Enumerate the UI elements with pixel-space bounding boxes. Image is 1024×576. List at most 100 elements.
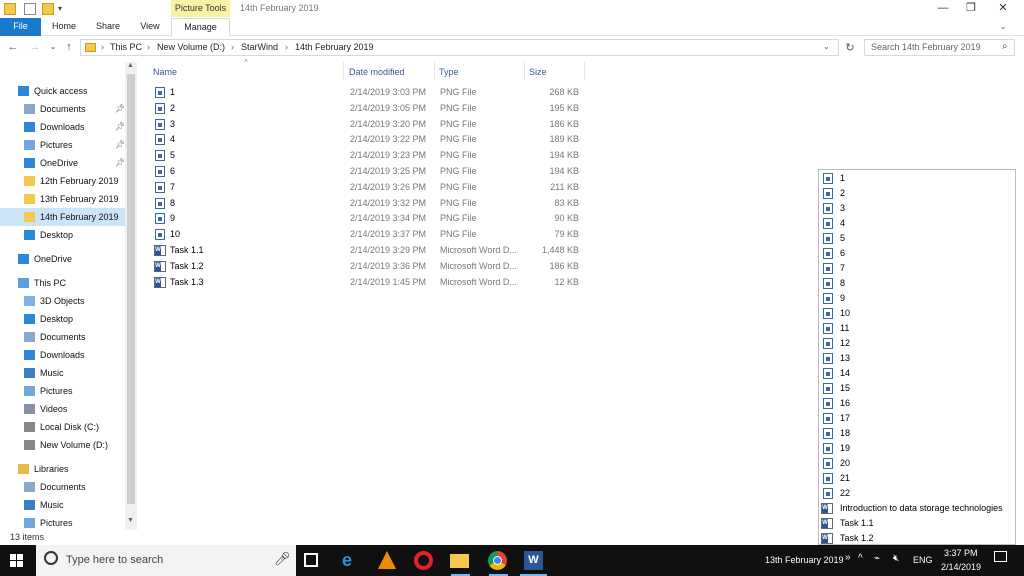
nav-item[interactable]: Documents 📌︎: [0, 100, 125, 118]
back-icon[interactable]: ←: [6, 40, 20, 54]
nav-item[interactable]: Documents: [0, 328, 125, 346]
address-bar[interactable]: › This PC › New Volume (D:) › StarWind ›…: [80, 39, 839, 56]
popup-item[interactable]: W Task 1.1: [819, 516, 1015, 531]
popup-item[interactable]: 22: [819, 486, 1015, 501]
file-row[interactable]: 10 2/14/2019 3:37 PM PNG File 79 KB: [150, 226, 730, 242]
word-icon[interactable]: W: [524, 551, 543, 570]
file-row[interactable]: W Task 1.1 2/14/2019 3:29 PM Microsoft Word…: [150, 242, 730, 258]
popup-item[interactable]: 21: [819, 471, 1015, 486]
file-row[interactable]: W Task 1.3 2/14/2019 1:45 PM Microsoft Word…: [150, 274, 730, 290]
tab-share[interactable]: Share: [90, 18, 126, 36]
file-row[interactable]: 3 2/14/2019 3:20 PM PNG File 186 KB: [150, 116, 730, 132]
column-date-modified[interactable]: Date modified: [349, 67, 405, 77]
popup-item[interactable]: 9: [819, 291, 1015, 306]
up-icon[interactable]: ↑: [62, 40, 76, 54]
file-row[interactable]: 4 2/14/2019 3:22 PM PNG File 189 KB: [150, 131, 730, 147]
clock-time[interactable]: 3:37 PM: [944, 548, 978, 558]
address-dropdown-icon[interactable]: ⌄: [823, 42, 830, 51]
crumb-starwind[interactable]: StarWind: [241, 42, 278, 52]
nav-item[interactable]: 13th February 2019: [0, 190, 125, 208]
windows-start-icon[interactable]: [10, 554, 23, 567]
file-row[interactable]: 9 2/14/2019 3:34 PM PNG File 90 KB: [150, 210, 730, 226]
popup-item[interactable]: 20: [819, 456, 1015, 471]
action-center-icon[interactable]: [994, 551, 1007, 562]
nav-item[interactable]: Music: [0, 364, 125, 382]
task-view-icon[interactable]: [304, 553, 318, 567]
scroll-up-icon[interactable]: ▲: [127, 62, 134, 69]
popup-item[interactable]: W Introduction to data storage technologi…: [819, 501, 1015, 516]
file-row[interactable]: 8 2/14/2019 3:32 PM PNG File 83 KB: [150, 195, 730, 211]
nav-item[interactable]: Desktop: [0, 310, 125, 328]
search-input[interactable]: Search 14th February 2019 ⌕: [864, 39, 1015, 56]
popup-item[interactable]: 14: [819, 366, 1015, 381]
nav-scrollbar[interactable]: ▲ ▼: [125, 62, 137, 530]
nav-item[interactable]: Pictures 📌︎: [0, 136, 125, 154]
tab-view[interactable]: View: [134, 18, 166, 36]
popup-item[interactable]: 18: [819, 426, 1015, 441]
file-row[interactable]: W Task 1.2 2/14/2019 3:36 PM Microsoft Word…: [150, 258, 730, 274]
properties-icon[interactable]: [24, 3, 36, 15]
toolbar-chevron-icon[interactable]: »: [845, 552, 851, 563]
chrome-icon[interactable]: [488, 551, 507, 570]
nav-item[interactable]: New Volume (D:): [0, 436, 125, 454]
new-folder-icon[interactable]: [42, 3, 54, 15]
volume-muted-icon[interactable]: 🔇︎: [893, 553, 899, 564]
popup-item[interactable]: 1: [819, 171, 1015, 186]
minimize-button[interactable]: —: [928, 0, 958, 18]
recent-locations-icon[interactable]: ⌄: [46, 40, 60, 54]
file-row[interactable]: 7 2/14/2019 3:26 PM PNG File 211 KB: [150, 179, 730, 195]
taskbar-search-box[interactable]: o Type here to search 🎤︎: [36, 545, 296, 576]
close-button[interactable]: ✕: [988, 0, 1018, 18]
crumb-new-volume[interactable]: New Volume (D:): [157, 42, 225, 52]
tab-file[interactable]: File: [0, 18, 41, 36]
popup-item[interactable]: 2: [819, 186, 1015, 201]
clock-date[interactable]: 2/14/2019: [941, 562, 981, 572]
nav-item[interactable]: Music: [0, 496, 125, 514]
crumb-current-folder[interactable]: 14th February 2019: [295, 42, 374, 52]
file-explorer-icon[interactable]: [450, 554, 469, 568]
nav-item[interactable]: Quick access: [0, 82, 125, 100]
language-indicator[interactable]: ENG: [913, 555, 933, 565]
nav-item[interactable]: Libraries: [0, 460, 125, 478]
expand-ribbon-icon[interactable]: ⌄: [988, 18, 1018, 36]
tab-manage[interactable]: Manage: [171, 18, 230, 36]
column-type[interactable]: Type: [439, 67, 459, 77]
nav-item[interactable]: Pictures: [0, 514, 125, 532]
nav-item[interactable]: OneDrive 📌︎: [0, 154, 125, 172]
opera-icon[interactable]: [414, 551, 433, 570]
restore-button[interactable]: ❐: [956, 0, 986, 18]
popup-item[interactable]: 3: [819, 201, 1015, 216]
popup-item[interactable]: 5: [819, 231, 1015, 246]
column-name[interactable]: Name: [153, 67, 177, 77]
file-row[interactable]: 5 2/14/2019 3:23 PM PNG File 194 KB: [150, 147, 730, 163]
popup-item[interactable]: 16: [819, 396, 1015, 411]
popup-item[interactable]: 6: [819, 246, 1015, 261]
customize-quick-access-icon[interactable]: ▾: [58, 3, 70, 15]
edge-icon[interactable]: e: [342, 551, 361, 570]
nav-item[interactable]: This PC: [0, 274, 125, 292]
nav-item[interactable]: Downloads: [0, 346, 125, 364]
popup-item[interactable]: 10: [819, 306, 1015, 321]
file-row[interactable]: 1 2/14/2019 3:03 PM PNG File 268 KB: [150, 84, 730, 100]
microphone-icon[interactable]: 🎤︎: [274, 551, 291, 567]
nav-item[interactable]: OneDrive: [0, 250, 125, 268]
file-row[interactable]: 2 2/14/2019 3:05 PM PNG File 195 KB: [150, 100, 730, 116]
refresh-icon[interactable]: ↻: [843, 41, 857, 55]
nav-item[interactable]: Pictures: [0, 382, 125, 400]
tab-home[interactable]: Home: [46, 18, 82, 36]
column-size[interactable]: Size: [529, 67, 547, 77]
nav-scroll-thumb[interactable]: [127, 74, 135, 504]
vlc-icon[interactable]: [378, 551, 396, 569]
popup-item[interactable]: 17: [819, 411, 1015, 426]
nav-item[interactable]: 3D Objects: [0, 292, 125, 310]
popup-item[interactable]: 19: [819, 441, 1015, 456]
scroll-down-icon[interactable]: ▼: [127, 517, 134, 524]
popup-item[interactable]: 15: [819, 381, 1015, 396]
popup-item[interactable]: 11: [819, 321, 1015, 336]
toolbar-label[interactable]: 13th February 2019: [765, 555, 844, 565]
popup-item[interactable]: 8: [819, 276, 1015, 291]
popup-item[interactable]: 13: [819, 351, 1015, 366]
nav-item[interactable]: 12th February 2019: [0, 172, 125, 190]
nav-item[interactable]: Downloads 📌︎: [0, 118, 125, 136]
popup-item[interactable]: W Task 1.2: [819, 531, 1015, 546]
